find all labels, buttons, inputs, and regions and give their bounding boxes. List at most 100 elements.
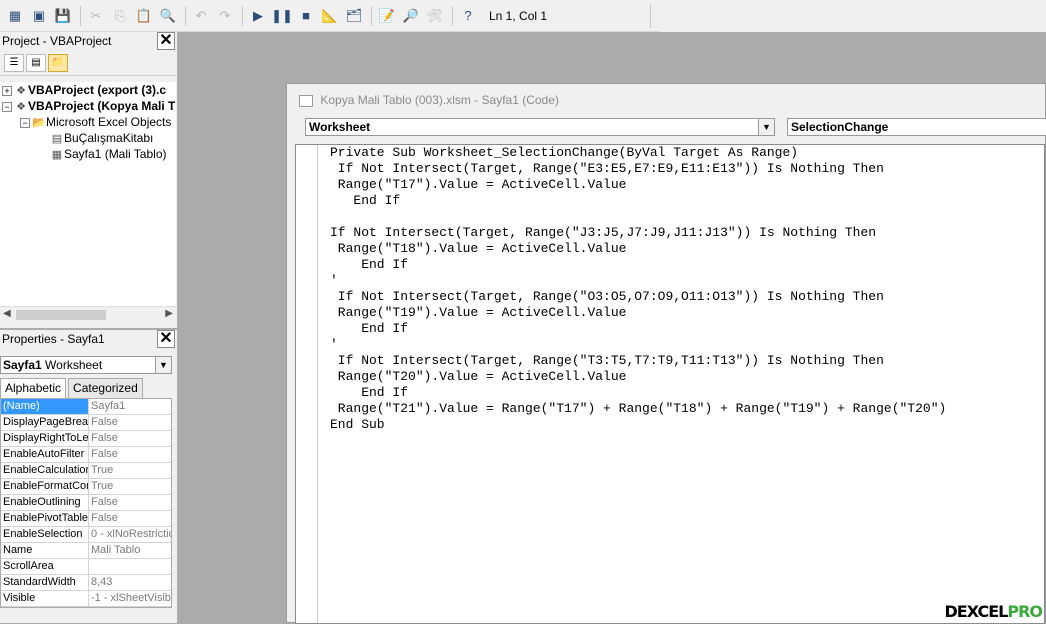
run-icon[interactable]: ▶ [247,5,269,27]
scroll-right-icon[interactable]: ▶ [165,308,173,319]
chevron-down-icon[interactable]: ▼ [155,357,171,373]
undo-icon[interactable]: ↶ [190,5,212,27]
object-combo-value: Worksheet [309,120,371,134]
reset-icon[interactable]: ■ [295,5,317,27]
insert-userform-icon[interactable]: ▣ [28,5,50,27]
code-window: Kopya Mali Tablo (003).xlsm - Sayfa1 (Co… [286,83,1046,624]
collapse-icon[interactable]: − [20,117,30,128]
vba-project-icon: ❖ [16,85,26,97]
watermark-part1: DEXCEL [944,602,1009,621]
close-icon[interactable]: ✕ [157,330,175,348]
view-object-icon[interactable]: ▤ [26,53,46,72]
property-row[interactable]: EnableSelection 0 - xlNoRestrictic [1,527,171,543]
procedure-combo[interactable]: SelectionChange [787,118,1046,136]
property-value[interactable]: False [89,431,171,446]
property-row[interactable]: Visible -1 - xlSheetVisib [1,591,171,607]
properties-window-icon[interactable]: 📝 [376,5,398,27]
collapse-icon[interactable]: − [2,101,12,112]
code-text[interactable]: Private Sub Worksheet_SelectionChange(By… [330,145,946,433]
property-row[interactable]: EnableOutlining False [1,495,171,511]
property-value[interactable]: True [89,479,171,494]
break-icon[interactable]: ❚❚ [271,5,293,27]
object-select-type: Worksheet [45,358,103,372]
property-value[interactable]: False [89,495,171,510]
redo-icon[interactable]: ↷ [214,5,236,27]
properties-window: Properties - Sayfa1 ✕ Sayfa1 Worksheet ▼… [0,330,178,623]
property-name: Name [1,543,89,558]
toggle-folders-icon[interactable]: 📁 [48,53,68,72]
property-row[interactable]: DisplayRightToLef False [1,431,171,447]
property-row[interactable]: DisplayPageBreak False [1,415,171,431]
property-name: DisplayPageBreak [3,415,89,430]
tree-item-label: VBAProject (Kopya Mali T [28,99,176,113]
tree-item[interactable]: + ❖ VBAProject (export (3).c [0,82,176,98]
object-combo[interactable]: Worksheet ▼ [305,118,775,136]
property-value[interactable]: False [89,447,171,462]
tab-categorized[interactable]: Categorized [68,378,143,398]
property-value[interactable]: False [89,511,171,526]
scrollbar-thumb[interactable] [16,310,106,320]
excel-icon[interactable]: ▦ [4,5,26,27]
design-mode-icon[interactable]: 📐 [319,5,341,27]
project-explorer-icon[interactable]: 🗂 [343,5,365,27]
property-row[interactable]: EnableAutoFilter False [1,447,171,463]
tree-item[interactable]: − 📂Microsoft Excel Objects [0,114,176,130]
property-value[interactable]: Mali Tablo [89,543,171,558]
property-value[interactable]: True [89,463,171,478]
chevron-down-icon[interactable]: ▼ [758,119,774,135]
toolbox-icon[interactable]: 🛠 [424,5,446,27]
code-editor[interactable]: Private Sub Worksheet_SelectionChange(By… [295,144,1045,624]
property-name: ScrollArea [1,559,89,574]
tree-item[interactable]: ▦ Sayfa1 (Mali Tablo) [0,146,176,162]
property-name: (Name) [1,399,89,414]
tree-item[interactable]: − ❖ VBAProject (Kopya Mali T [0,98,176,114]
cut-icon[interactable]: ✂ [85,5,107,27]
close-icon[interactable]: ✕ [157,32,175,50]
property-value[interactable]: -1 - xlSheetVisib [89,591,171,606]
property-value[interactable]: 8,43 [89,575,171,590]
procedure-combo-value: SelectionChange [791,120,889,134]
toolbar-grip[interactable] [650,4,658,28]
scroll-left-icon[interactable]: ◀ [3,308,11,319]
paste-icon[interactable]: 📋 [133,5,155,27]
watermark-logo: DEXCELPRO [945,602,1043,621]
expand-icon[interactable]: + [2,85,12,96]
properties-grid: (Name) Sayfa1 DisplayPageBreak False Display… [0,398,172,608]
property-row[interactable]: (Name) Sayfa1 [1,399,171,415]
copy-icon[interactable]: ⎘ [109,5,131,27]
view-code-icon[interactable]: ☰ [4,53,24,72]
save-icon[interactable]: 💾 [52,5,74,27]
properties-tabs: Alphabetic Categorized [0,378,145,398]
find-icon[interactable]: 🔍 [157,5,179,27]
object-browser-icon[interactable]: 🔎 [400,5,422,27]
property-value[interactable]: Sayfa1 [89,399,171,414]
property-row[interactable]: StandardWidth 8,43 [1,575,171,591]
code-margin[interactable] [296,145,318,623]
property-value[interactable]: 0 - xlNoRestrictic [89,527,171,542]
help-icon[interactable]: ? [457,5,479,27]
property-name: EnableSelection [1,527,89,542]
project-explorer-title-text: Project - VBAProject [2,34,112,48]
property-row[interactable]: EnablePivotTable False [1,511,171,527]
toolbar-separator [371,5,372,26]
property-row[interactable]: Name Mali Tablo [1,543,171,559]
property-name: EnableOutlining [1,495,89,510]
property-value[interactable] [89,559,171,574]
workbook-icon: ▤ [51,133,63,145]
object-select-name: Sayfa1 [3,358,42,372]
project-tree-scrollbar[interactable]: ◀ ▶ [0,306,176,322]
tab-alphabetic[interactable]: Alphabetic [0,378,67,398]
tree-item-label: BuÇalışmaKitabı [64,131,154,145]
tree-item-label: Sayfa1 (Mali Tablo) [64,147,167,161]
tree-item[interactable]: ▤ BuÇalışmaKitabı [0,130,176,146]
worksheet-icon: ▦ [51,149,63,161]
standard-toolbar: ▦ ▣ 💾 ✂ ⎘ 📋 🔍 ↶ ↷ ▶ ❚❚ ■ 📐 🗂 📝 🔎 🛠? Ln 1, Col 1 [0,0,660,32]
property-row[interactable]: EnableCalculation True [1,463,171,479]
property-row[interactable]: ScrollArea [1,559,171,575]
property-row[interactable]: EnableFormatCon True [1,479,171,495]
object-select[interactable]: Sayfa1 Worksheet ▼ [0,356,172,374]
properties-title: Properties - Sayfa1 ✕ [0,330,177,348]
property-value[interactable]: False [89,415,171,430]
toolbar-area [660,0,1046,32]
properties-title-text: Properties - Sayfa1 [2,332,105,346]
